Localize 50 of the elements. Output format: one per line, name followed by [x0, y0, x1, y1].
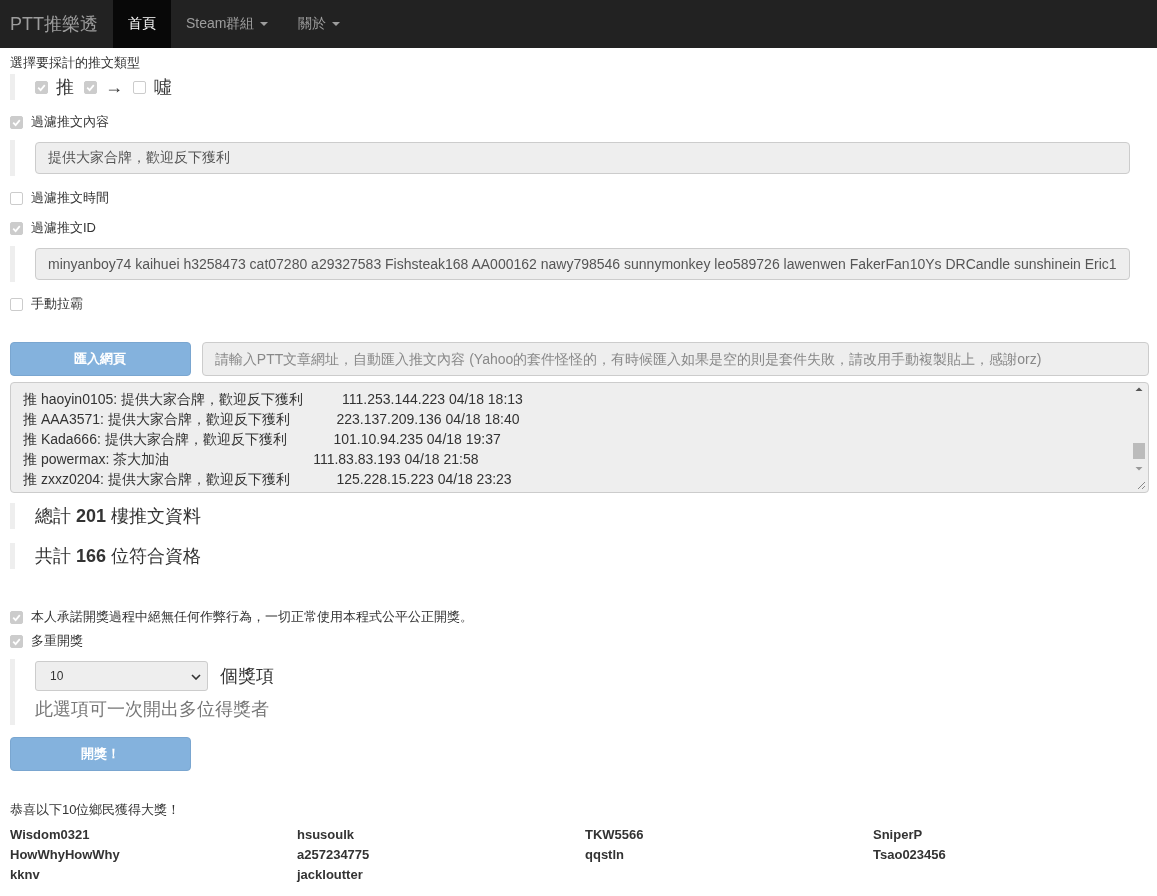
checkbox-label: → [105, 76, 123, 98]
checkbox[interactable] [10, 297, 23, 311]
comment-line: 推 AAA3571: 提供大家合牌，歡迎反下獲利 223.137.209.136 04/18 18:40 [23, 410, 521, 429]
checkbox-label: 噓 [154, 76, 172, 99]
select-suffix: 個獎項 [220, 665, 274, 688]
prize-count-select[interactable]: 10 [35, 661, 208, 691]
checkbox-label: 多重開獎 [31, 632, 83, 650]
winner-name: Tsao023456 [873, 846, 947, 864]
checkbox-label: 過濾推文時間 [31, 189, 109, 207]
checkbox[interactable] [10, 191, 23, 205]
input-field[interactable]: 提供大家合牌，歡迎反下獲利 [35, 142, 1130, 174]
winner-name: a257234775 [297, 846, 371, 864]
nav-tab[interactable]: 關於 [283, 0, 356, 48]
winner-name: HowWhyHowWhy [10, 846, 121, 864]
winner-name: qqstln [585, 846, 625, 864]
comment-line: 推 zxxz0204: 提供大家合牌，歡迎反下獲利 125.228.15.223 04/18 23:23 [23, 470, 513, 489]
winner-name: TKW5566 [585, 826, 645, 844]
checkbox[interactable] [84, 80, 97, 94]
winner-name: jackloutter [297, 866, 364, 884]
checkbox[interactable] [10, 221, 23, 235]
winner-name: Wisdom0321 [10, 826, 91, 844]
checkbox-label: 本人承諾開獎過程中絕無任何作弊行為，一切正常使用本程式公平公正開獎。 [31, 608, 473, 626]
nav-tab[interactable]: 首頁 [113, 0, 171, 48]
checkbox[interactable] [10, 634, 23, 648]
nav-tab[interactable]: Steam群組 [171, 0, 284, 48]
checkbox-label: 推 [56, 76, 74, 99]
comment-line: 推 powermax: 茶大加油 111.83.83.193 04/18 21:58 [23, 450, 480, 469]
chevron-icon [191, 674, 201, 680]
help-text: 此選項可一次開出多位得獎者 [35, 698, 270, 721]
total-quote: 總計 201 樓推文資料 [10, 503, 206, 529]
brand-link[interactable]: PTT推樂透 [0, 0, 113, 48]
checkbox-label: 過濾推文內容 [31, 113, 109, 131]
checkbox[interactable] [35, 80, 48, 94]
resize-grip-icon [1136, 480, 1146, 490]
checkbox-label: 過濾推文ID [31, 219, 96, 237]
total-quote: 共計 166 位符合資格 [10, 543, 206, 569]
section-label: 選擇要採計的推文類型 [10, 54, 141, 70]
url-field[interactable]: 請輸入PTT文章網址，自動匯入推文內容 (Yahoo的套件怪怪的，有時候匯入如果是空的則是套件失敗，請改用手動複製貼上，感謝orz) [201, 342, 1149, 376]
comment-line: 推 haoyin0105: 提供大家合牌，歡迎反下獲利 111.253.144.223 04/18 18:13 [23, 390, 524, 409]
comment-line: 推 Kada666: 提供大家合牌，歡迎反下獲利 101.10.94.235 04/18 19:37 [23, 430, 502, 449]
winner-name: hsusoulk [297, 826, 356, 844]
checkbox[interactable] [10, 115, 23, 129]
checkbox[interactable] [133, 80, 146, 94]
checkbox-label: 手動拉霸 [31, 295, 83, 313]
winner-name: SniperP [873, 826, 924, 844]
comments-textarea[interactable] [10, 382, 1149, 493]
winner-name: kknv [10, 866, 41, 884]
result-heading: 恭喜以下10位鄉民獲得大獎！ [10, 801, 182, 819]
checkbox[interactable] [10, 610, 23, 624]
input-field[interactable]: minyanboy74 kaihuei h3258473 cat07280 a29327583 Fishsteak168 AA000162 nawy798546 sunnymonkey leo589726 lawenwen FakerFan10Ys DRCandle sunshinein Eric1 [35, 248, 1130, 280]
